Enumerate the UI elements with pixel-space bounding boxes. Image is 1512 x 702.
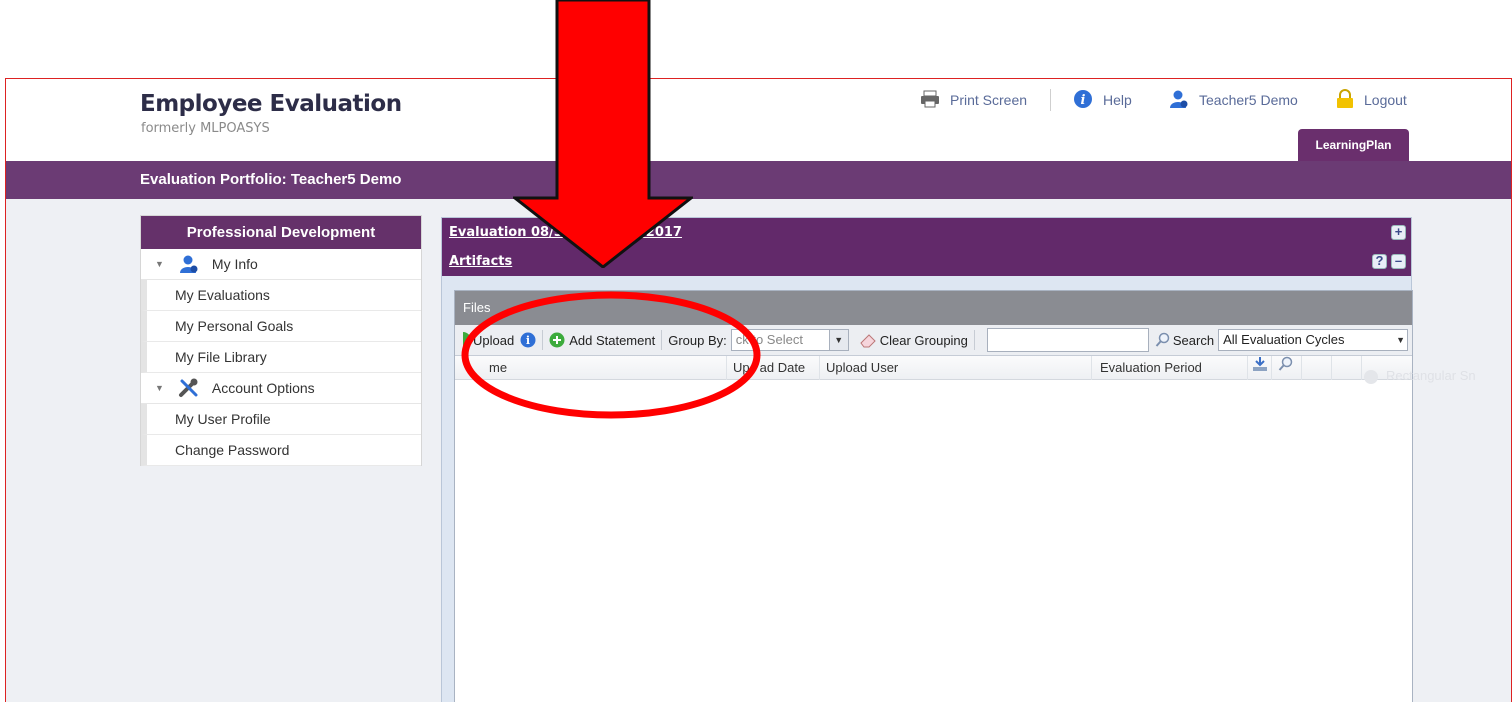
collapse-button[interactable]: –: [1391, 254, 1406, 269]
user-name-label: Teacher5 Demo: [1199, 92, 1298, 108]
ghost-tooltip: Rectangular Sn: [1364, 368, 1476, 384]
lock-icon: [1336, 88, 1354, 112]
column-evaluation-period[interactable]: Evaluation Period: [1092, 355, 1248, 380]
app-title: Employee Evaluation: [140, 91, 402, 117]
info-icon: i: [1073, 89, 1093, 112]
header-divider: [1050, 89, 1051, 111]
help-label: Help: [1103, 92, 1132, 108]
column-upload-date-label-end: ad Date: [759, 359, 806, 375]
ghost-tooltip-icon: [1364, 369, 1378, 384]
search-label: Search: [1172, 332, 1215, 348]
print-screen-link[interactable]: Print Screen: [920, 89, 1027, 111]
chevron-down-icon[interactable]: ▼: [828, 329, 849, 351]
svg-text:i: i: [1081, 93, 1086, 108]
help-link[interactable]: i Help: [1073, 89, 1132, 111]
search-icon: [1155, 332, 1171, 348]
clear-grouping-button[interactable]: Clear Grouping: [859, 332, 968, 348]
sidebar-item-change-password[interactable]: Change Password: [141, 435, 421, 466]
tab-learningplan[interactable]: LearningPlan: [1298, 129, 1409, 162]
annotation-arrow: [513, 0, 693, 268]
logout-label: Logout: [1364, 92, 1407, 108]
user-icon: [178, 254, 200, 274]
clear-grouping-label: Clear Grouping: [879, 332, 968, 348]
column-upload-user[interactable]: Upload User: [820, 355, 1092, 380]
sidebar-item-my-file-library[interactable]: My File Library: [141, 342, 421, 373]
user-link[interactable]: Teacher5 Demo: [1169, 89, 1298, 111]
chevron-down-icon[interactable]: ▼: [1396, 330, 1405, 350]
search-input[interactable]: [986, 328, 1149, 352]
help-icon[interactable]: ?: [1372, 254, 1387, 269]
sidebar-group-my-info[interactable]: ▼ My Info: [141, 249, 421, 280]
sidebar-item-my-personal-goals[interactable]: My Personal Goals: [141, 311, 421, 342]
top-header: Employee Evaluation formerly MLPOASYS Pr…: [6, 79, 1511, 162]
evaluation-cycle-select[interactable]: All Evaluation Cycles ▼: [1218, 329, 1409, 351]
portfolio-title-bar: Evaluation Portfolio: Teacher5 Demo: [6, 161, 1511, 199]
sidebar: Professional Development ▼ My Info My Ev…: [140, 215, 422, 466]
print-screen-label: Print Screen: [950, 92, 1028, 108]
annotation-ellipse: [461, 291, 761, 419]
artifacts-link[interactable]: Artifacts: [449, 254, 512, 269]
portfolio-title: Evaluation Portfolio: Teacher5 Demo: [140, 171, 402, 188]
caret-down-icon[interactable]: ▼: [155, 259, 164, 269]
caret-down-icon[interactable]: ▼: [155, 383, 164, 393]
expand-button[interactable]: +: [1391, 225, 1406, 240]
sidebar-item-my-evaluations[interactable]: My Evaluations: [141, 280, 421, 311]
toolbar-divider: [973, 330, 975, 350]
eraser-icon: [859, 332, 877, 348]
logout-link[interactable]: Logout: [1336, 88, 1407, 112]
user-icon: [1169, 89, 1189, 112]
grid-column-spacer: [1302, 355, 1332, 380]
sidebar-group-account-options[interactable]: ▼ Account Options: [141, 373, 421, 404]
printer-icon: [920, 90, 940, 111]
evaluation-cycle-value: All Evaluation Cycles: [1223, 332, 1345, 347]
grid-column-spacer: [1332, 355, 1362, 380]
sidebar-group-label: My Info: [211, 256, 258, 272]
ghost-tooltip-text: Rectangular Sn: [1386, 368, 1476, 383]
search-icon[interactable]: [1272, 355, 1302, 380]
sidebar-group-label: Account Options: [211, 380, 315, 396]
download-icon[interactable]: [1248, 355, 1272, 380]
app-subtitle: formerly MLPOASYS: [141, 121, 270, 136]
tools-icon: [178, 378, 200, 398]
sidebar-heading: Professional Development: [141, 216, 421, 249]
sidebar-item-my-user-profile[interactable]: My User Profile: [141, 404, 421, 435]
search-button[interactable]: Search: [1155, 332, 1214, 348]
